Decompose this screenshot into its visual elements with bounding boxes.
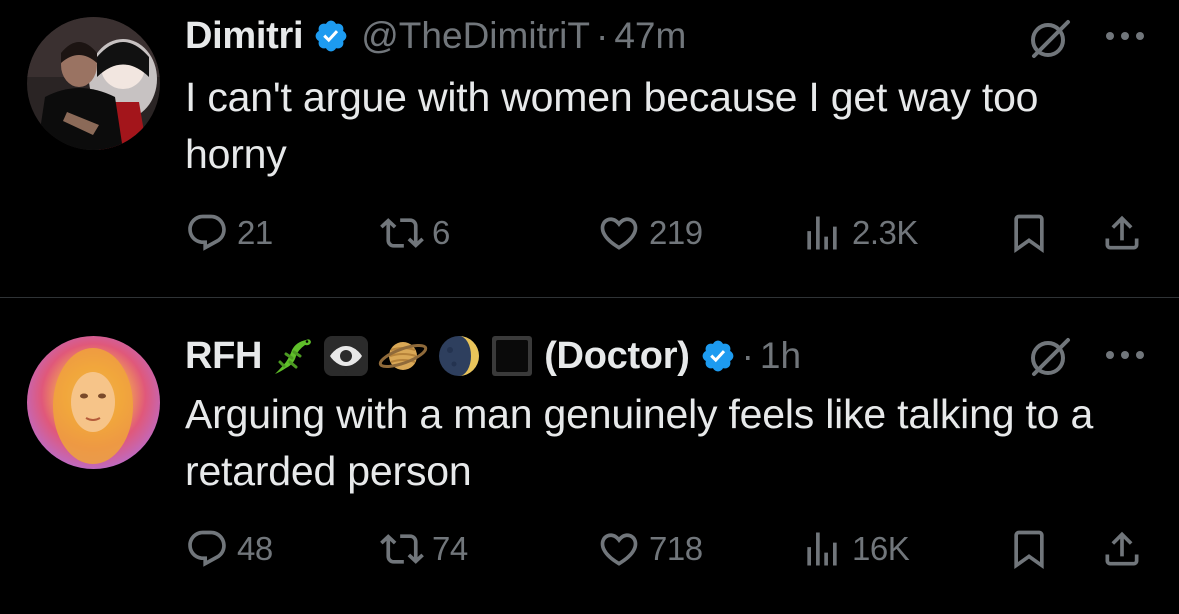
reply-button[interactable]: 48	[185, 524, 273, 574]
avatar[interactable]	[27, 336, 160, 469]
retweet-button[interactable]: 6	[380, 208, 450, 258]
retweet-count: 74	[432, 530, 468, 567]
timestamp[interactable]: 47m	[614, 15, 686, 57]
display-name[interactable]: RFH	[185, 335, 263, 378]
bookmark-icon	[1014, 214, 1044, 254]
verified-badge-icon[interactable]	[700, 338, 736, 374]
view-count: 2.3K	[852, 214, 918, 251]
retweet-button[interactable]: 74	[380, 524, 468, 574]
separator-dot: ·	[741, 335, 754, 376]
bookmark-button[interactable]	[1007, 524, 1051, 574]
timestamp[interactable]: 1h	[760, 335, 801, 377]
tweet-text: Arguing with a man genuinely feels like …	[185, 391, 1094, 494]
action-bar: 21 6 219 2.3K	[0, 208, 1179, 258]
more-options-icon[interactable]	[1102, 26, 1148, 46]
like-count: 219	[649, 214, 703, 251]
ringed-planet-emoji	[378, 334, 428, 378]
views-button[interactable]: 16K	[800, 524, 910, 574]
bookmark-icon	[1014, 530, 1044, 570]
retweet-count: 6	[432, 214, 450, 251]
view-count: 16K	[852, 530, 910, 567]
reply-button[interactable]: 21	[185, 208, 273, 258]
share-icon	[1105, 531, 1139, 566]
views-icon	[807, 532, 837, 566]
grok-icon[interactable]	[1027, 334, 1073, 380]
eye-emoji	[322, 334, 370, 378]
black-square-emoji	[490, 334, 534, 378]
lizard-emoji	[270, 334, 314, 378]
display-name[interactable]: Dimitri	[185, 15, 304, 58]
reply-count: 21	[237, 214, 273, 251]
tweet[interactable]: Dimitri @TheDimitriT · 47m I can't argue…	[0, 0, 1179, 297]
tweet-text: I can't argue with women because I get w…	[185, 74, 1039, 177]
avatar[interactable]	[27, 17, 160, 150]
moon-emoji	[436, 334, 482, 378]
like-button[interactable]: 718	[597, 524, 703, 574]
display-name-suffix[interactable]: (Doctor)	[544, 335, 690, 378]
verified-badge-icon[interactable]	[313, 18, 349, 54]
share-button[interactable]	[1100, 208, 1144, 258]
share-button[interactable]	[1100, 524, 1144, 574]
separator-dot: ·	[595, 15, 609, 56]
retweet-icon	[380, 534, 424, 564]
reply-icon	[188, 214, 226, 251]
retweet-icon	[380, 218, 424, 248]
reply-icon	[188, 530, 226, 567]
like-count: 718	[649, 530, 703, 567]
heart-icon	[600, 217, 638, 250]
grok-icon[interactable]	[1027, 16, 1073, 62]
bookmark-button[interactable]	[1007, 208, 1051, 258]
tweet-header: RFH (Doctor) · 1h	[185, 334, 801, 378]
views-icon	[807, 216, 837, 250]
tweet-header: Dimitri @TheDimitriT · 47m	[185, 14, 686, 58]
reply-count: 48	[237, 530, 273, 567]
handle[interactable]: @TheDimitriT	[361, 15, 590, 57]
share-icon	[1105, 215, 1139, 250]
action-bar: 48 74 718 16K	[0, 524, 1179, 574]
like-button[interactable]: 219	[597, 208, 703, 258]
views-button[interactable]: 2.3K	[800, 208, 918, 258]
heart-icon	[600, 533, 638, 566]
tweet[interactable]: RFH (Doctor) · 1h Arguing with a man gen…	[0, 298, 1179, 614]
more-options-icon[interactable]	[1102, 345, 1148, 365]
